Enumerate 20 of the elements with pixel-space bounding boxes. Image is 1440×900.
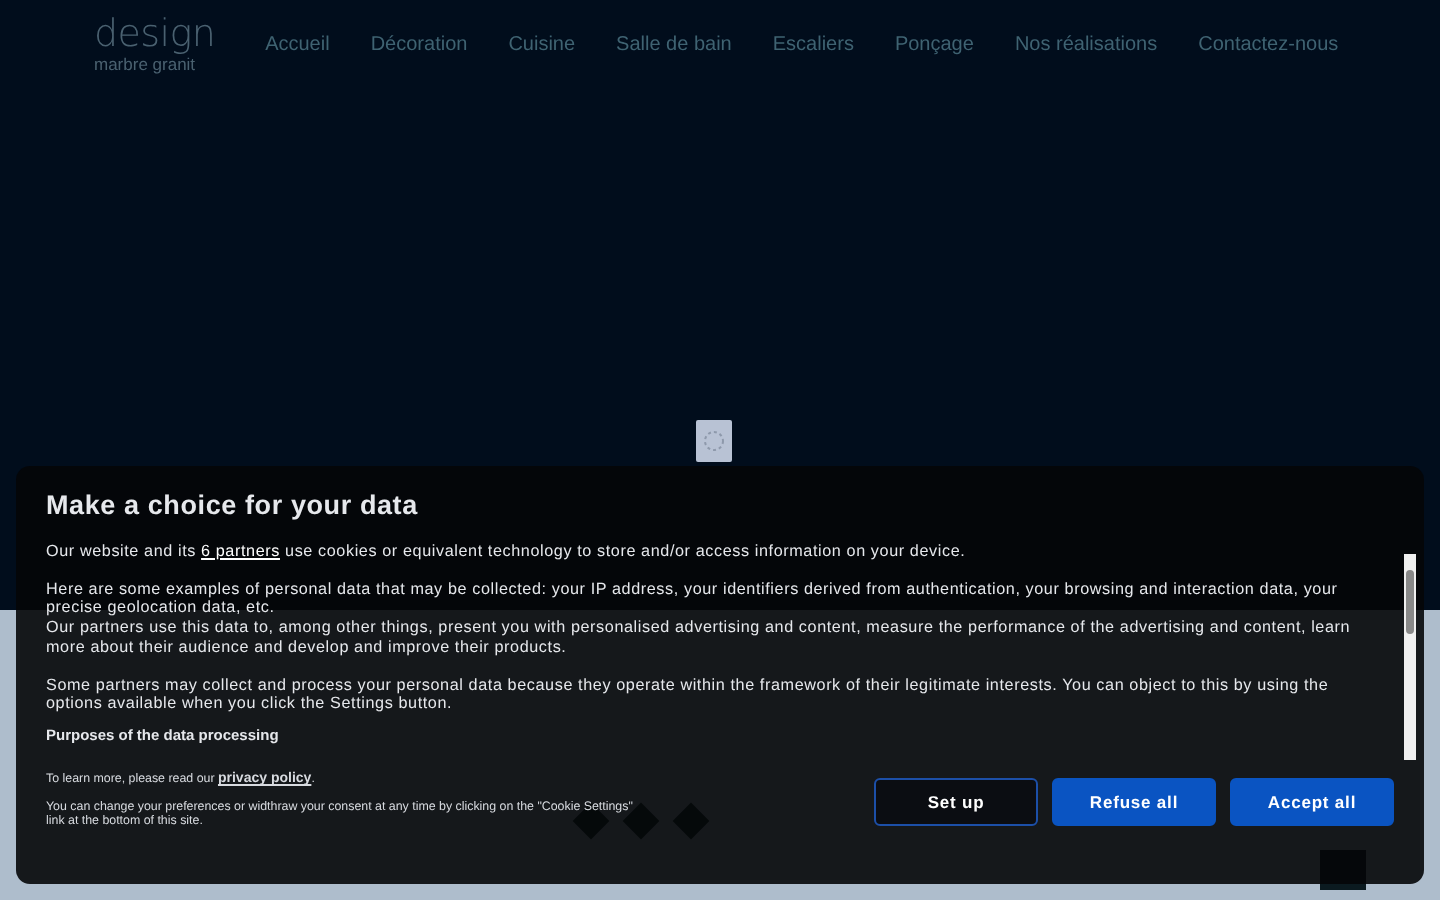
consent-paragraph: Some partners may collect and process your personal data because they operate within the framework of their legitimate interests. You can object to this by using the options available when you click the Settings button. (46, 675, 1331, 714)
scrollbar[interactable] (1404, 554, 1416, 760)
consent-button[interactable]: Set up (874, 778, 1038, 826)
consent-button[interactable]: Accept all (1230, 778, 1394, 826)
consent-button[interactable]: Refuse all (1052, 778, 1216, 826)
consent-paragraph: Here are some examples of personal data that may be collected: your IP address, your identifiers derived from authentication, your browsing and interaction data, your precise geolocation data, etc. Our partners use this data to, among other things, present you with personalised advertising and content, measure the performance of the advertising and content, learn more about their audience and develop and improve their products. (46, 579, 1353, 658)
consent-paragraph: Our website and its 6 partners use cookies or equivalent technology to store and/or access information on your device. (46, 542, 968, 562)
nav-link[interactable]: Salle de bain (616, 34, 732, 56)
logo-subtitle: marbre granit (94, 56, 198, 74)
logo-title: design (94, 16, 216, 55)
dialog-title: Make a choice for your data (46, 490, 420, 520)
nav-link[interactable]: Cuisine (508, 34, 576, 56)
nav-link[interactable]: Nos réalisations (1014, 34, 1158, 56)
nav-link[interactable]: Ponçage (894, 34, 974, 56)
nav-link[interactable]: Escaliers (772, 34, 854, 56)
partners-link[interactable]: 6 partners (201, 542, 280, 560)
nav-link[interactable]: Décoration (370, 34, 468, 56)
nav-link[interactable]: Accueil (265, 34, 330, 56)
loading-icon (695, 420, 731, 462)
nav-link[interactable]: Contactez-nous (1198, 34, 1339, 56)
